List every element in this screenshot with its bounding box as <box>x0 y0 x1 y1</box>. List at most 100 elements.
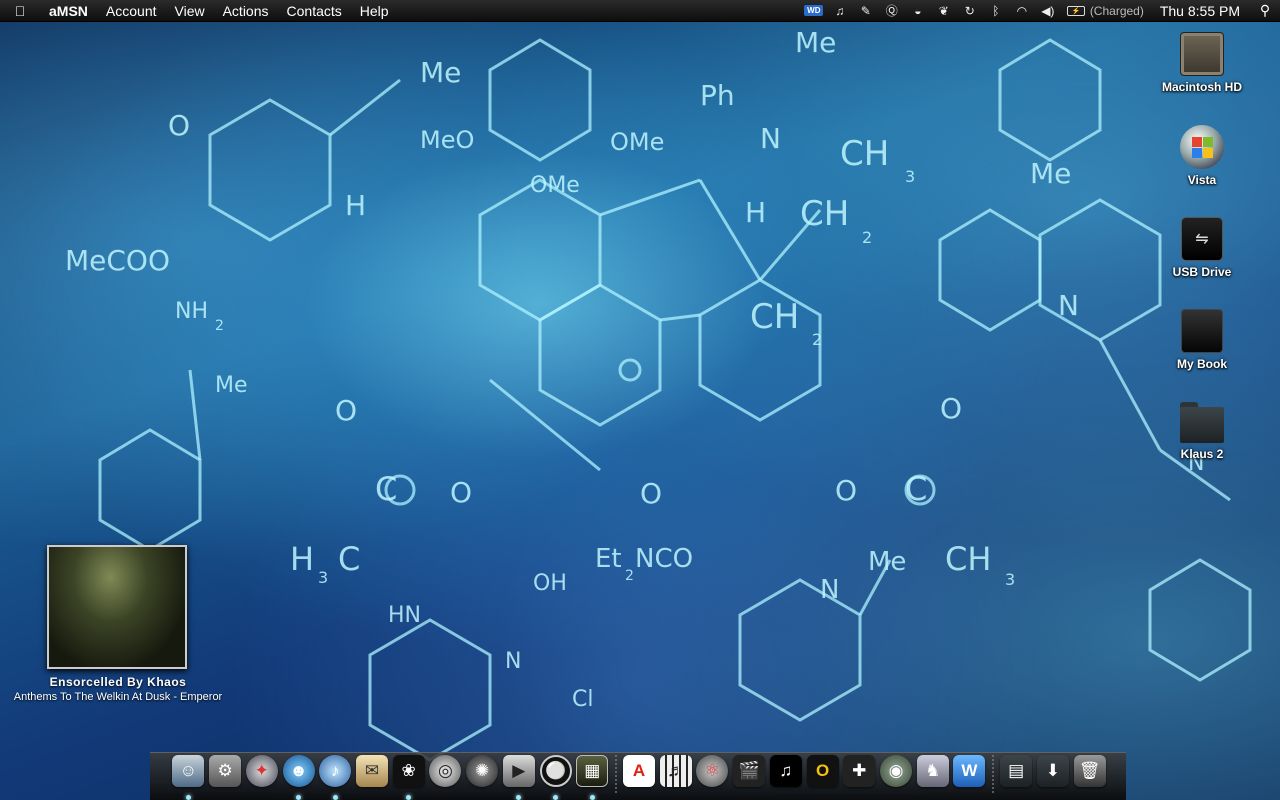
wallpaper-label: HN <box>388 603 421 628</box>
wallpaper-label: Me <box>868 547 906 577</box>
robot-icon: ♞ <box>916 755 949 787</box>
desktop-icon-my-book[interactable]: My Book <box>1147 309 1257 371</box>
wallpaper-label: MeCOO <box>65 244 170 277</box>
wallpaper-label: Me <box>215 373 248 398</box>
menu-actions[interactable]: Actions <box>214 0 278 22</box>
wallpaper-label: H <box>345 189 366 222</box>
office-logo-icon: O <box>806 755 839 787</box>
dock-item-piano-app[interactable]: ♬ <box>657 755 694 800</box>
compass-icon: ✦ <box>245 755 278 787</box>
time-machine-icon[interactable]: ↻ <box>959 0 981 22</box>
dock-item-music-app[interactable]: ♫ <box>767 755 804 800</box>
dock-stack-documents[interactable]: ▤ <box>998 755 1035 800</box>
bond-line <box>698 179 762 281</box>
dock-stack-downloads[interactable]: ⬇ <box>1035 755 1072 800</box>
adobe-icon: A <box>622 755 655 787</box>
wallpaper-label: 2 <box>862 228 872 247</box>
menu-contacts[interactable]: Contacts <box>278 0 351 22</box>
desktop-icon-label: My Book <box>1176 357 1227 371</box>
desktop-icon-label: USB Drive <box>1172 265 1232 279</box>
status-menus: WD ♫ ✎ Ⓠ ◒ ❦ ↻ ᛒ ◠ ◀) ⚡ (Charged) Thu 8:… <box>801 0 1280 22</box>
wallpaper-label: C <box>375 470 397 508</box>
wallpaper-label: O <box>640 477 662 510</box>
dock-item-finder[interactable]: ☺ <box>170 755 207 800</box>
dock-item-ring-app[interactable]: ⚪ <box>537 755 574 800</box>
dock-item-amsn[interactable]: ☻ <box>280 755 317 800</box>
running-indicator <box>406 795 412 800</box>
hexagon-ring <box>478 178 602 322</box>
q-icon[interactable]: Ⓠ <box>881 0 903 22</box>
itunes-note-icon[interactable]: ♫ <box>829 0 851 22</box>
bond-line <box>599 178 701 217</box>
wallpaper-label: O <box>450 476 472 509</box>
dock-item-trash[interactable]: 🗑 <box>1071 755 1108 800</box>
paw-icon[interactable]: ❦ <box>933 0 955 22</box>
battery-menu[interactable]: ⚡ (Charged) <box>1066 4 1144 18</box>
hexagon-ring <box>208 98 332 242</box>
gear-icon: ⚙ <box>209 755 242 787</box>
dock-item-mail[interactable]: ✉ <box>354 755 391 800</box>
dock-item-word-app[interactable]: W <box>951 755 988 800</box>
album-art[interactable] <box>47 545 187 669</box>
hexagon-ring <box>488 38 592 162</box>
dock-item-robot-app[interactable]: ♞ <box>914 755 951 800</box>
buddy-icon: ☻ <box>282 755 315 787</box>
menu-clock[interactable]: Thu 8:55 PM <box>1160 3 1240 19</box>
wallpaper-label: CH <box>945 540 991 578</box>
dock-item-adobe[interactable]: A <box>621 755 658 800</box>
logo-quadrant <box>1202 136 1213 147</box>
wallpaper-label: O <box>835 474 857 507</box>
running-indicator <box>332 795 338 800</box>
guitar-icon[interactable]: ✎ <box>855 0 877 22</box>
windows-logo-icon <box>1180 125 1224 169</box>
dock-item-disc-utility[interactable]: ◎ <box>427 755 464 800</box>
spotlight-search-icon[interactable]: ⚲ <box>1250 2 1280 19</box>
hexagon-ring <box>538 283 662 427</box>
dock-item-itunes[interactable]: ♪ <box>317 755 354 800</box>
wifi-icon[interactable]: ◠ <box>1011 0 1033 22</box>
dock-item-safari[interactable]: ✦ <box>243 755 280 800</box>
dock-item-adium[interactable]: ❀ <box>390 755 427 800</box>
dock-item-office-app[interactable]: O <box>804 755 841 800</box>
wallpaper-label: OH <box>533 571 567 596</box>
menu-view[interactable]: View <box>166 0 214 22</box>
dock-item-photo-viewer[interactable]: ▦ <box>574 755 611 800</box>
wd-drive-icon[interactable]: WD <box>803 0 825 22</box>
wallpaper-label: O <box>335 394 357 427</box>
menu-account[interactable]: Account <box>97 0 166 22</box>
volume-icon[interactable]: ◀) <box>1037 0 1059 22</box>
menu-help[interactable]: Help <box>351 0 398 22</box>
bond-line <box>329 78 401 137</box>
logo-quadrant <box>1202 147 1213 158</box>
menu-app-name[interactable]: aMSN <box>40 0 97 22</box>
wallpaper-label: H <box>290 540 314 578</box>
menu-bar:  aMSN Account View Actions Contacts Hel… <box>0 0 1280 22</box>
wallpaper-label: O <box>168 109 190 142</box>
controller-icon: ✚ <box>843 755 876 787</box>
atom-circle <box>618 358 642 382</box>
dock-separator <box>991 755 994 795</box>
dock-item-controller-app[interactable]: ✚ <box>841 755 878 800</box>
wallpaper-label: 3 <box>318 568 328 587</box>
dock-item-gamepad-app[interactable]: ◉ <box>878 755 915 800</box>
hard-drive-icon <box>1180 32 1224 76</box>
wallpaper-label: MeO <box>420 126 474 154</box>
wallpaper-label: 2 <box>812 330 822 349</box>
dock-item-system-preferences[interactable]: ⚙ <box>207 755 244 800</box>
desktop-icon-klaus-2[interactable]: Klaus 2 <box>1147 401 1257 461</box>
desktop-icon-usb-drive[interactable]: ⇋ USB Drive <box>1147 217 1257 279</box>
menu-meter-icon[interactable]: ◒ <box>907 0 929 22</box>
dock-item-clapper-app[interactable]: 🎬 <box>731 755 768 800</box>
envelope-icon: ✉ <box>355 755 388 787</box>
bluetooth-icon[interactable]: ᛒ <box>985 0 1007 22</box>
dock-separator <box>614 755 617 795</box>
dock-item-quicktime[interactable]: ▶ <box>500 755 537 800</box>
hexagon-ring <box>368 618 492 762</box>
desktop-icon-vista[interactable]: Vista <box>1147 125 1257 187</box>
apple-menu-icon[interactable]:  <box>0 3 40 19</box>
wd-badge: WD <box>804 5 824 16</box>
dock-item-molecule-app[interactable]: ⚛ <box>694 755 731 800</box>
clapperboard-icon: 🎬 <box>733 755 766 787</box>
dock-item-camino[interactable]: ✺ <box>464 755 501 800</box>
desktop-icon-macintosh-hd[interactable]: Macintosh HD <box>1147 32 1257 94</box>
